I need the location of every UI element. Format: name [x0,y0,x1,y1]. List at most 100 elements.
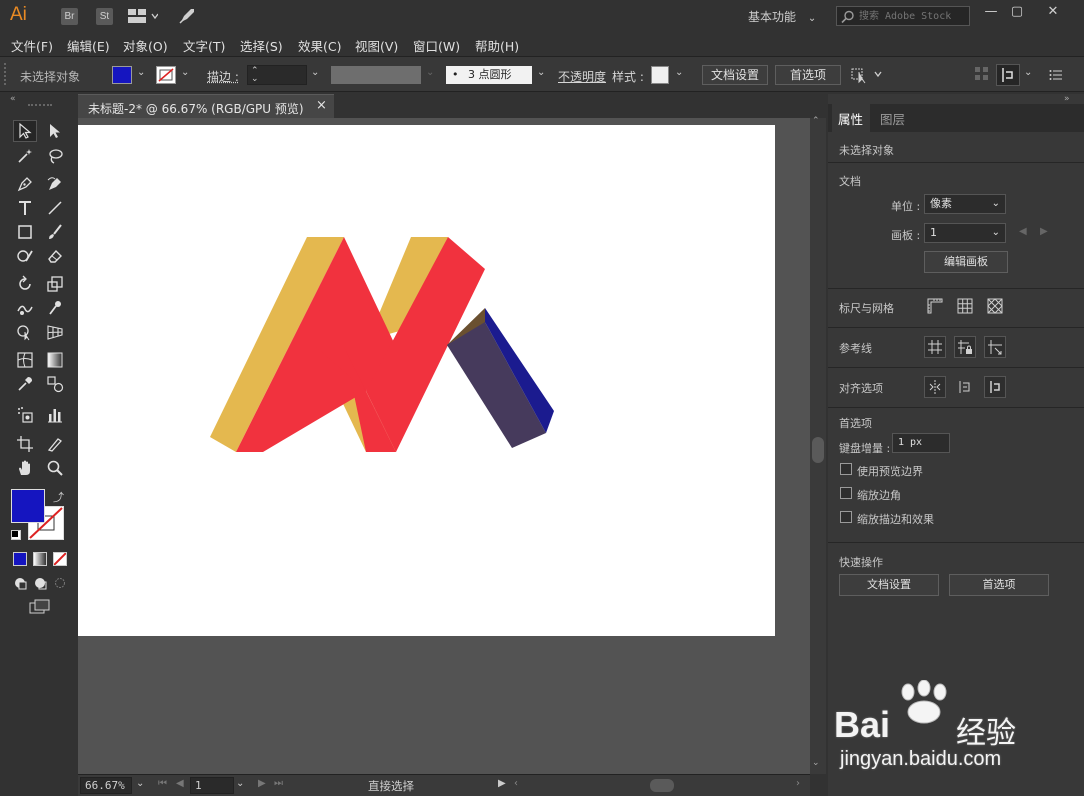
status-menu-icon[interactable]: ▶ [498,778,506,789]
selection-tool-icon[interactable] [13,120,37,142]
curvature-tool-icon[interactable] [43,173,67,195]
shaper-tool-icon[interactable] [13,245,37,267]
scroll-down-icon[interactable]: ⌄ [812,758,820,768]
puppet-warp-tool-icon[interactable] [43,297,67,319]
stock-badge[interactable]: St [96,8,113,25]
fill-color-swatch[interactable] [11,489,45,523]
smart-guides-button[interactable] [984,336,1006,358]
variable-width-profile[interactable] [331,66,421,84]
search-input[interactable] [859,8,967,24]
edit-artboards-button[interactable]: 编辑画板 [924,251,1008,273]
snap-to-point-button[interactable] [996,64,1020,86]
collapse-double-arrow-icon[interactable]: « [10,94,16,104]
keyboard-increment-field[interactable]: 1 px [892,433,950,453]
stroke-label[interactable]: 描边 : [207,68,239,85]
default-colors-icon[interactable] [11,530,21,540]
hand-tool-icon[interactable] [13,457,37,479]
panel-menu-icon[interactable] [1049,69,1063,84]
draw-normal-icon[interactable] [13,576,27,593]
horizontal-scroll-thumb[interactable] [650,779,674,792]
fill-swatch[interactable] [112,66,132,84]
shape-builder-tool-icon[interactable] [13,321,37,343]
document-tab[interactable]: 未标题-2* @ 66.67% (RGB/GPU 预览) × [78,94,334,118]
stroke-swatch[interactable] [156,66,176,84]
screen-mode-icon[interactable] [29,599,51,618]
scale-tool-icon[interactable] [43,273,67,295]
brush-definition[interactable]: • 3 点圆形 [446,66,532,84]
close-window-button[interactable]: ✕ [1038,2,1068,22]
scroll-right-icon[interactable]: › [796,778,800,789]
scale-strokes-checkbox[interactable] [840,511,852,523]
column-graph-tool-icon[interactable] [43,404,67,426]
color-mode-icon[interactable] [13,552,27,566]
artwork-m-shape[interactable] [78,125,775,636]
restore-button[interactable]: ▢ [1002,2,1032,22]
stroke-weight-field[interactable]: ⌃ ⌄ [247,65,307,85]
chevron-down-icon[interactable]: ⌄ [1024,67,1032,78]
show-guides-button[interactable] [924,336,946,358]
menu-select[interactable]: 选择(S) [240,36,283,55]
last-artboard-icon[interactable]: ⏭ [274,778,283,789]
pen-tool-icon[interactable] [13,173,37,195]
warp-tool-icon[interactable] [13,297,37,319]
chevron-down-icon[interactable]: ⌄ [137,67,145,78]
align-grid-icon[interactable] [975,67,989,84]
menu-view[interactable]: 视图(V) [355,36,398,55]
menu-type[interactable]: 文字(T) [183,36,225,55]
tab-layers[interactable]: 图层 [880,109,905,128]
stock-search[interactable] [836,6,970,26]
lasso-tool-icon[interactable] [43,145,67,167]
zoom-field[interactable]: 66.67% [80,777,132,794]
scroll-left-icon[interactable]: ‹ [514,778,518,789]
magic-wand-tool-icon[interactable] [13,145,37,167]
workspace-switcher[interactable]: 基本功能 ⌄ [748,8,816,25]
use-preview-bounds-checkbox[interactable] [840,463,852,475]
slice-tool-icon[interactable] [43,433,67,455]
artboard[interactable] [78,125,775,636]
chevron-down-icon[interactable]: ⌄ [136,778,144,789]
close-icon[interactable]: × [316,98,327,113]
perspective-grid-tool-icon[interactable] [43,321,67,343]
rotate-tool-icon[interactable] [13,273,37,295]
eraser-tool-icon[interactable] [43,245,67,267]
opacity-label[interactable]: 不透明度 [558,68,606,85]
menu-help[interactable]: 帮助(H) [475,36,519,55]
select-similar-icon[interactable] [851,66,883,87]
chevron-down-icon[interactable]: ⌄ [181,67,189,78]
rulers-icon[interactable] [926,297,944,318]
symbol-sprayer-tool-icon[interactable] [13,404,37,426]
eyedropper-tool-icon[interactable] [13,373,37,395]
scale-corners-checkbox[interactable] [840,487,852,499]
graphic-style-swatch[interactable] [651,66,669,84]
swap-fill-stroke-icon[interactable]: ⤴ [53,489,64,505]
previous-artboard-icon[interactable]: ◀ [176,778,184,789]
menu-object[interactable]: 对象(O) [123,36,168,55]
menu-effect[interactable]: 效果(C) [298,36,341,55]
grip-handle[interactable] [4,63,7,85]
artboard-select[interactable]: 1 ⌄ [924,223,1006,243]
collapse-double-arrow-icon[interactable]: » [1064,94,1070,104]
none-mode-icon[interactable] [53,552,67,566]
tab-properties[interactable]: 属性 [832,104,870,132]
rocket-icon[interactable] [178,7,196,28]
menu-edit[interactable]: 编辑(E) [67,36,110,55]
grid-icon[interactable] [956,297,974,318]
menu-file[interactable]: 文件(F) [11,36,53,55]
quick-document-setup-button[interactable]: 文档设置 [839,574,939,596]
next-artboard-icon[interactable]: ▶ [1040,226,1048,237]
lock-guides-button[interactable] [954,336,976,358]
vertical-scroll-thumb[interactable] [812,437,824,463]
grip-handle[interactable] [28,104,52,107]
stepper-icon[interactable]: ⌃ ⌄ [251,67,259,84]
rectangle-tool-icon[interactable] [13,221,37,243]
chevron-down-icon[interactable]: ⌄ [236,778,244,789]
blend-tool-icon[interactable] [43,373,67,395]
next-artboard-icon[interactable]: ▶ [258,778,266,789]
snap-to-point-button[interactable] [924,376,946,398]
previous-artboard-icon[interactable]: ◀ [1019,226,1027,237]
artboard-number-field[interactable]: 1 [190,777,234,794]
mesh-tool-icon[interactable] [13,349,37,371]
gradient-mode-icon[interactable] [33,552,47,566]
direct-selection-tool-icon[interactable] [43,120,67,142]
artboard-tool-icon[interactable] [13,433,37,455]
